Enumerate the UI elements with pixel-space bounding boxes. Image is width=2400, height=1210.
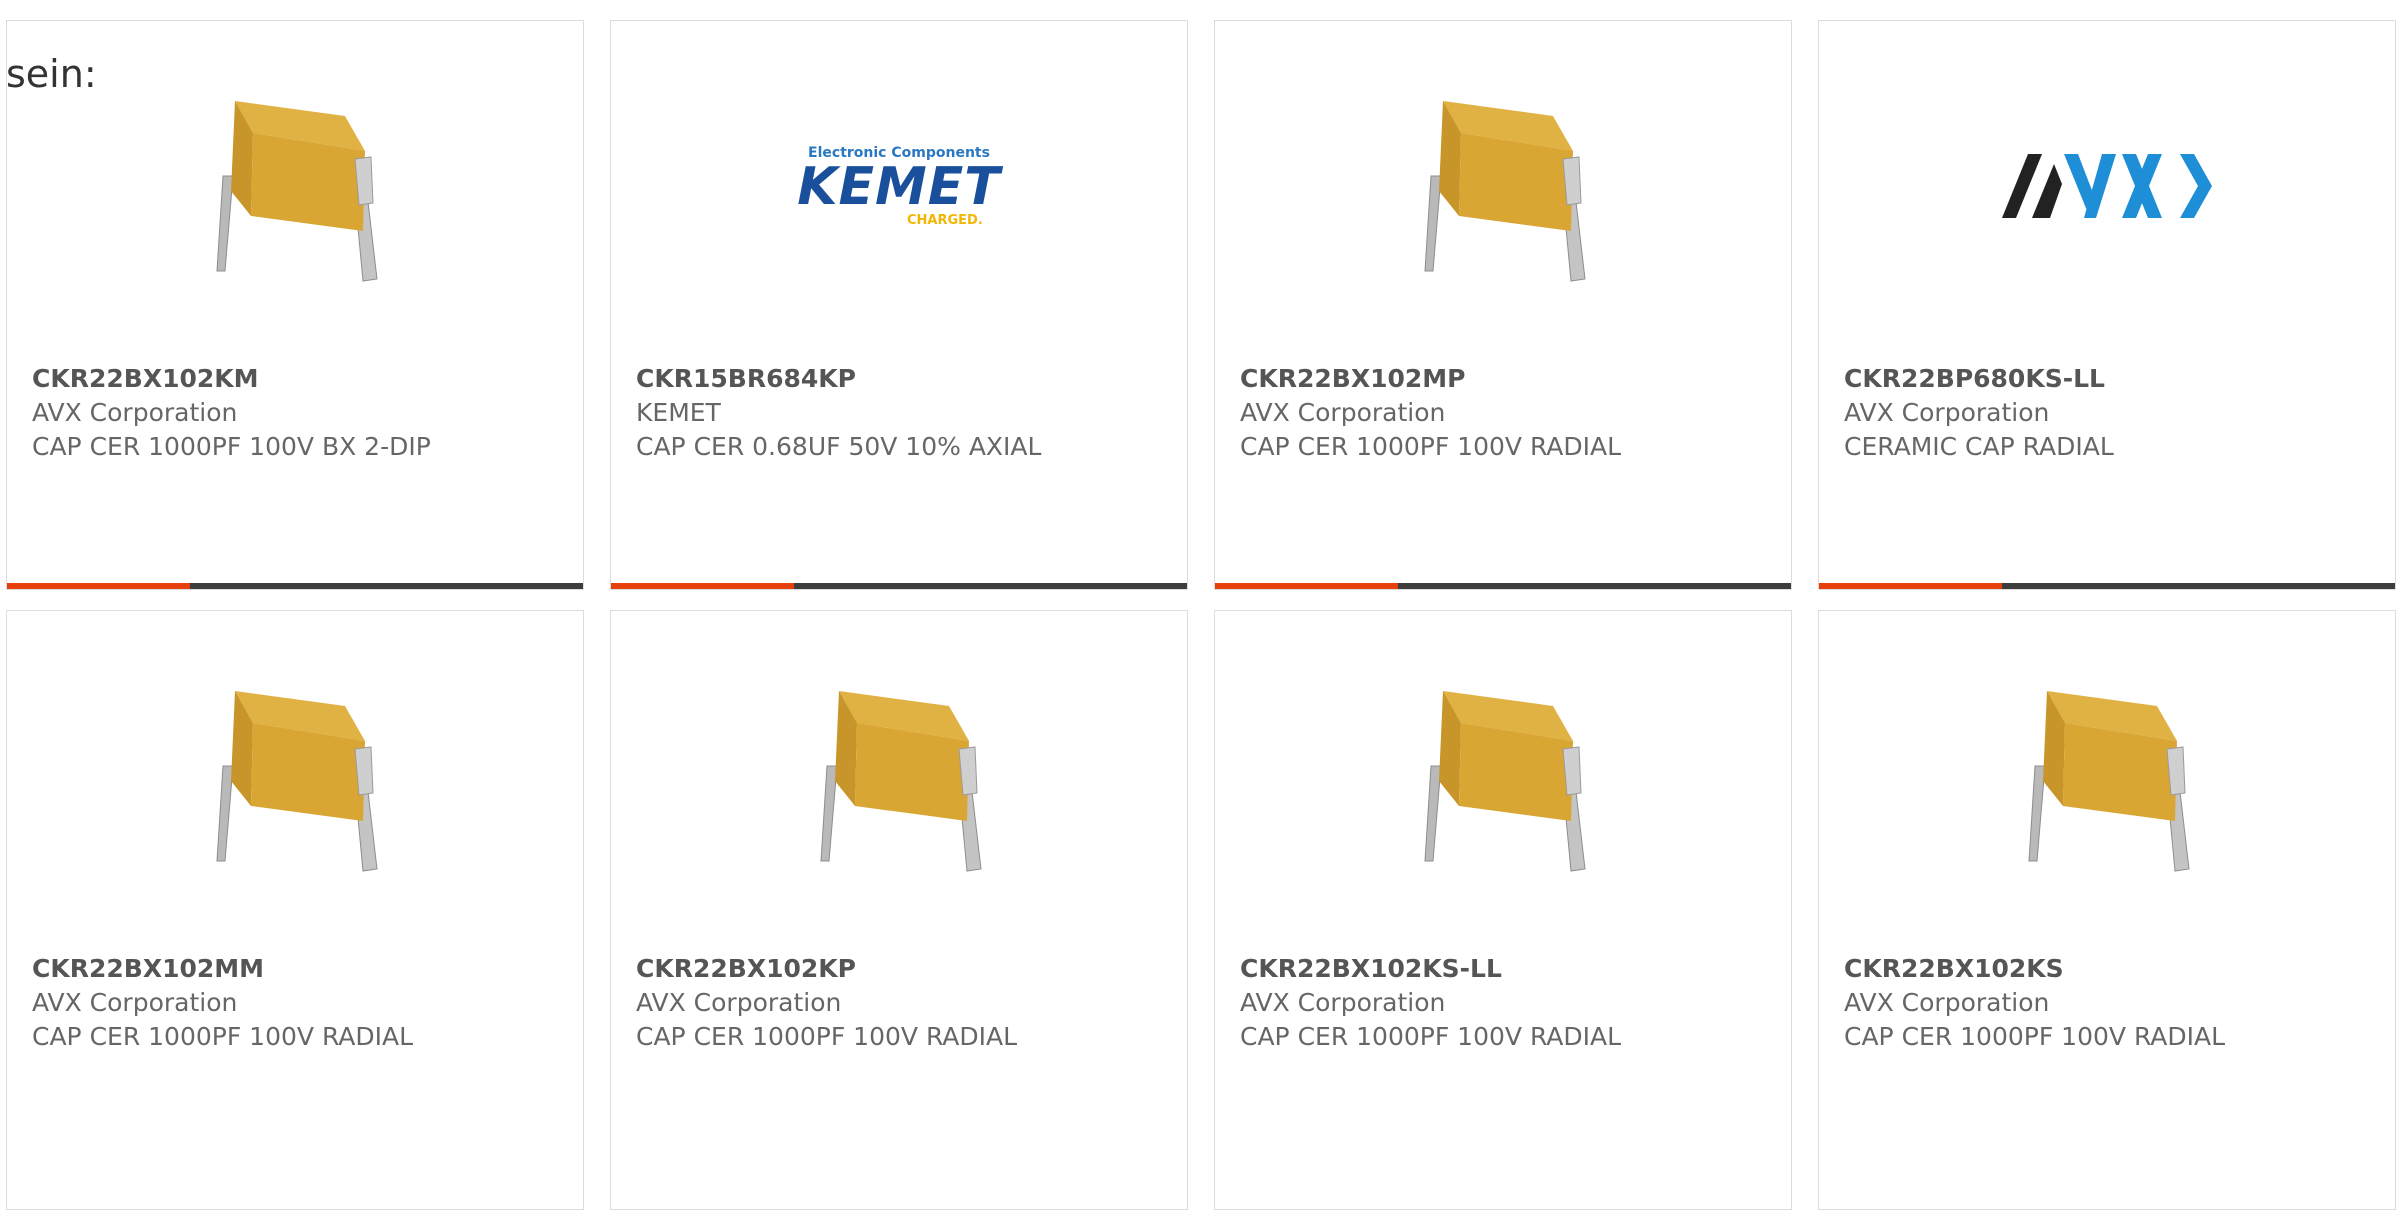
product-manufacturer: AVX Corporation: [1844, 398, 2050, 427]
product-part-number[interactable]: CKR22BX102KP: [636, 952, 1167, 986]
avx-logo: [2002, 154, 2212, 218]
product-card[interactable]: CKR22BX102KM AVX Corporation CAP CER 100…: [6, 20, 584, 590]
product-manufacturer: AVX Corporation: [1240, 398, 1446, 427]
product-description: CAP CER 1000PF 100V BX 2-DIP: [32, 432, 431, 461]
product-image[interactable]: [1215, 671, 1791, 881]
product-card[interactable]: CKR22BX102MP AVX Corporation CAP CER 100…: [1214, 20, 1792, 590]
product-part-number[interactable]: CKR22BX102KS-LL: [1240, 952, 1771, 986]
product-manufacturer: AVX Corporation: [636, 988, 842, 1017]
product-description: CAP CER 1000PF 100V RADIAL: [636, 1022, 1018, 1051]
product-info: CKR15BR684KP KEMET CAP CER 0.68UF 50V 10…: [636, 362, 1167, 464]
capacitor-image: [216, 691, 378, 872]
product-part-number[interactable]: CKR22BX102KM: [32, 362, 563, 396]
product-part-number[interactable]: CKR22BX102MP: [1240, 362, 1771, 396]
product-card[interactable]: CKR22BP680KS-LL AVX Corporation CERAMIC …: [1818, 20, 2396, 590]
capacitor-image: [1424, 691, 1586, 872]
product-card[interactable]: CKR22BX102KP AVX Corporation CAP CER 100…: [610, 610, 1188, 1210]
product-description: CAP CER 0.68UF 50V 10% AXIAL: [636, 432, 1042, 461]
product-info: CKR22BX102KS-LL AVX Corporation CAP CER …: [1240, 952, 1771, 1054]
product-description: CAP CER 1000PF 100V RADIAL: [32, 1022, 414, 1051]
product-image[interactable]: [611, 671, 1187, 881]
card-bottom-bar: [611, 583, 1187, 589]
product-part-number[interactable]: CKR22BP680KS-LL: [1844, 362, 2375, 396]
product-card[interactable]: CKR22BX102KS AVX Corporation CAP CER 100…: [1818, 610, 2396, 1210]
product-part-number[interactable]: CKR22BX102KS: [1844, 952, 2375, 986]
capacitor-image: [820, 691, 982, 872]
card-bar-accent: [611, 583, 794, 589]
product-card[interactable]: CKR22BX102KS-LL AVX Corporation CAP CER …: [1214, 610, 1792, 1210]
product-card[interactable]: CKR22BX102MM AVX Corporation CAP CER 100…: [6, 610, 584, 1210]
product-info: CKR22BX102MM AVX Corporation CAP CER 100…: [32, 952, 563, 1054]
kemet-logo: Electronic Components KEMET CHARGED.: [797, 145, 1001, 228]
card-bottom-bar: [1215, 583, 1791, 589]
product-info: CKR22BX102KS AVX Corporation CAP CER 100…: [1844, 952, 2375, 1054]
card-bottom-bar: [1819, 583, 2395, 589]
lead-text: sein:: [6, 52, 97, 96]
capacitor-image: [2028, 691, 2190, 872]
product-part-number[interactable]: CKR22BX102MM: [32, 952, 563, 986]
product-manufacturer: KEMET: [636, 398, 721, 427]
product-manufacturer: AVX Corporation: [32, 988, 238, 1017]
product-description: CAP CER 1000PF 100V RADIAL: [1844, 1022, 2226, 1051]
product-part-number[interactable]: CKR15BR684KP: [636, 362, 1167, 396]
product-image[interactable]: Electronic Components KEMET CHARGED.: [611, 81, 1187, 291]
product-image[interactable]: [7, 671, 583, 881]
product-image[interactable]: [1215, 81, 1791, 291]
capacitor-image: [216, 101, 378, 282]
product-manufacturer: AVX Corporation: [1240, 988, 1446, 1017]
product-description: CAP CER 1000PF 100V RADIAL: [1240, 1022, 1622, 1051]
product-image[interactable]: [1819, 81, 2395, 291]
card-bottom-bar: [7, 583, 583, 589]
product-image[interactable]: [1819, 671, 2395, 881]
product-description: CERAMIC CAP RADIAL: [1844, 432, 2114, 461]
product-info: CKR22BX102KP AVX Corporation CAP CER 100…: [636, 952, 1167, 1054]
product-manufacturer: AVX Corporation: [32, 398, 238, 427]
product-info: CKR22BX102MP AVX Corporation CAP CER 100…: [1240, 362, 1771, 464]
card-bar-accent: [7, 583, 190, 589]
product-info: CKR22BX102KM AVX Corporation CAP CER 100…: [32, 362, 563, 464]
product-card[interactable]: Electronic Components KEMET CHARGED. CKR…: [610, 20, 1188, 590]
kemet-logo-wordmark: KEMET: [797, 156, 1001, 217]
product-manufacturer: AVX Corporation: [1844, 988, 2050, 1017]
product-description: CAP CER 1000PF 100V RADIAL: [1240, 432, 1622, 461]
card-bar-accent: [1819, 583, 2002, 589]
capacitor-image: [1424, 101, 1586, 282]
product-image[interactable]: [7, 81, 583, 291]
card-bar-accent: [1215, 583, 1398, 589]
product-info: CKR22BP680KS-LL AVX Corporation CERAMIC …: [1844, 362, 2375, 464]
